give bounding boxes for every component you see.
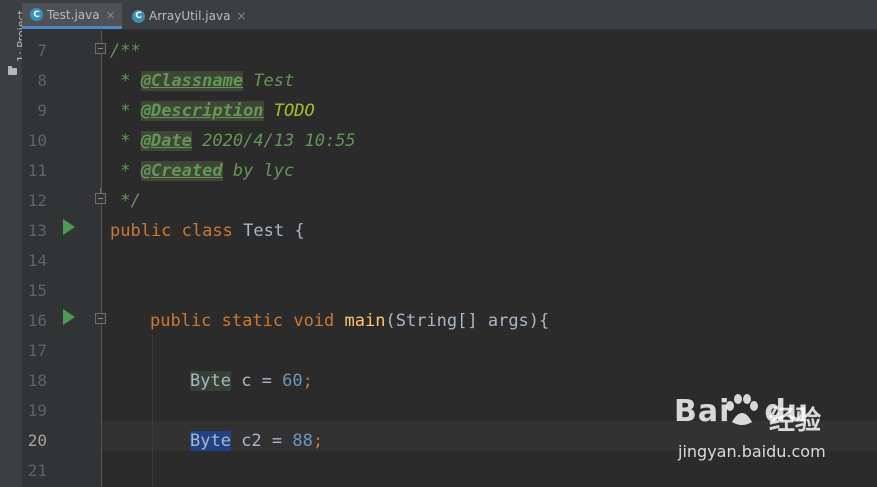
close-icon[interactable]: × (106, 8, 116, 22)
doc-comment: /** (110, 41, 141, 61)
javadoc-tag: @Description (140, 101, 264, 121)
run-class-icon[interactable] (63, 219, 75, 235)
line-number: 9 (37, 101, 47, 120)
type-name-selected: Byte (190, 431, 231, 451)
code-line-10[interactable]: * @Date 2020/4/13 10:55 (110, 126, 356, 156)
gutter-separator (101, 30, 102, 487)
assignment: c2 = (230, 431, 293, 451)
tab-label: ArrayUtil.java (149, 9, 231, 23)
javadoc-tag: @Date (140, 131, 192, 151)
watermark-cn-text: 经验 (769, 406, 822, 436)
tab-label: Test.java (47, 7, 100, 22)
brace: { (294, 221, 305, 241)
tab-arrayutil-java[interactable]: C ArrayUtil.java × (124, 3, 248, 29)
ide-window: 1: Project C Test.java × C ArrayUtil.jav… (0, 0, 877, 487)
keyword: void (293, 311, 335, 331)
javadoc-tag: @Created (140, 161, 223, 181)
code-line-20[interactable]: Byte c2 = 88; (190, 426, 323, 456)
number-literal: 60 (282, 371, 303, 391)
doc-star: * (110, 131, 141, 151)
keyword: static (221, 311, 284, 331)
code-line-16[interactable]: public static void main(String[] args){ (150, 306, 549, 336)
doc-text (264, 101, 274, 121)
method-params: (String[] args){ (385, 311, 550, 331)
line-number: 13 (27, 221, 47, 240)
close-icon[interactable]: × (236, 9, 246, 23)
doc-star: * (110, 71, 141, 91)
code-line-7[interactable]: /** (110, 36, 141, 66)
doc-star: * (110, 161, 141, 181)
line-number: 12 (27, 191, 47, 210)
semicolon: ; (302, 371, 313, 391)
todo-marker: TODO (273, 101, 315, 121)
paw-icon (726, 394, 758, 425)
baidu-jingyan-watermark: Bai du 经验 jingyan.baidu.com (672, 386, 872, 471)
semicolon: ; (312, 431, 324, 451)
line-number: 19 (27, 401, 47, 420)
assignment: c = (230, 371, 283, 391)
method-name: main (344, 311, 386, 331)
code-line-8[interactable]: * @Classname Test (110, 66, 294, 96)
line-number: 15 (27, 281, 47, 300)
doc-comment: */ (110, 191, 141, 211)
fold-comment-icon[interactable] (95, 43, 106, 54)
indent-guide (152, 335, 153, 487)
keyword: public (150, 311, 212, 331)
line-number: 8 (37, 71, 47, 90)
class-name: Test (243, 221, 285, 241)
line-number: 7 (37, 41, 47, 60)
doc-text: 2020/4/13 10:55 (191, 131, 356, 151)
type-name: Byte (190, 371, 231, 391)
line-number: 21 (27, 461, 47, 480)
javadoc-tag: @Classname (140, 71, 244, 91)
keyword: public (110, 221, 172, 241)
folder-icon (8, 66, 17, 75)
number-literal: 88 (292, 431, 313, 451)
project-tool-button[interactable]: 1: Project (2, 6, 28, 76)
editor-tab-bar: C Test.java × C ArrayUtil.java × (22, 0, 877, 30)
doc-text: Test (243, 71, 295, 91)
run-main-icon[interactable] (63, 309, 75, 325)
line-number: 18 (27, 371, 47, 390)
java-class-icon: C (30, 8, 43, 21)
code-line-11[interactable]: * @Created by lyc (110, 156, 294, 186)
java-class-icon: C (132, 9, 145, 23)
line-number: 11 (27, 161, 47, 180)
doc-star: * (110, 101, 141, 121)
line-number-current: 20 (27, 431, 47, 450)
watermark-url: jingyan.baidu.com (678, 442, 826, 461)
line-number: 10 (27, 131, 47, 150)
keyword: class (181, 221, 233, 241)
line-number: 14 (27, 251, 47, 270)
line-number: 16 (27, 311, 47, 330)
code-line-9[interactable]: * @Description TODO (110, 96, 315, 126)
code-line-12[interactable]: */ (110, 186, 141, 216)
code-line-13[interactable]: public class Test { (110, 216, 305, 246)
doc-text: by lyc (222, 161, 295, 181)
line-number: 17 (27, 341, 47, 360)
fold-method-icon[interactable] (95, 313, 106, 324)
fold-end-icon[interactable] (95, 188, 106, 204)
code-line-18[interactable]: Byte c = 60; (190, 366, 313, 396)
tool-window-strip: 1: Project (0, 0, 28, 487)
tab-test-java[interactable]: C Test.java × (22, 3, 122, 29)
